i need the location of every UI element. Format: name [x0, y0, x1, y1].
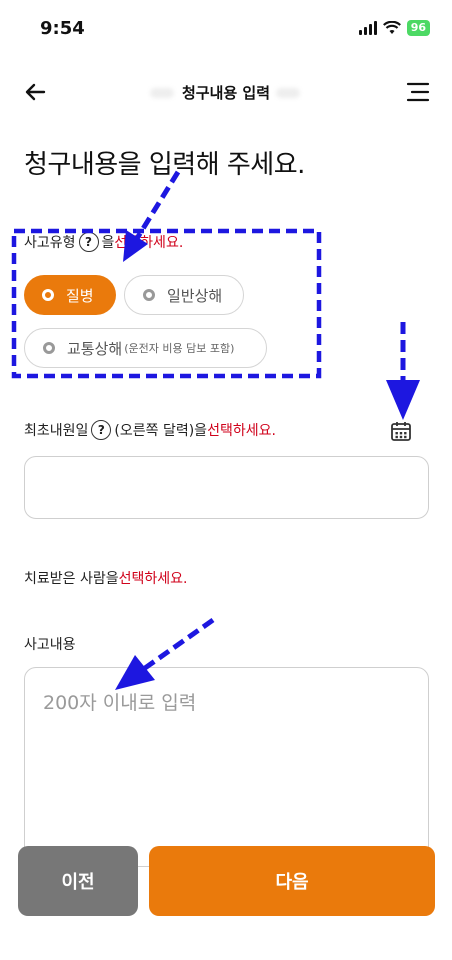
accident-type-label: 사고유형 ? 을 선택하세요.: [24, 232, 183, 252]
option-traffic-injury[interactable]: 교통상해 (운전자 비용 담보 포함): [24, 328, 267, 368]
help-icon[interactable]: ?: [91, 420, 112, 440]
status-bar: 9:54 96: [0, 0, 452, 56]
radio-unselected-icon: [143, 289, 155, 301]
details-label: 사고내용: [24, 634, 76, 654]
annotation-arrow-head: [386, 380, 420, 420]
patient-label-action: 선택하세요.: [118, 571, 188, 587]
patient-label[interactable]: 치료받은 사람을 선택하세요.: [24, 568, 187, 588]
signal-icon: [358, 21, 377, 35]
accident-type-label-prefix: 사고유형: [24, 235, 76, 251]
calendar-icon[interactable]: [390, 420, 412, 442]
accident-type-label-middle: 을: [101, 235, 115, 251]
first-visit-label-prefix: 최초내원일: [24, 423, 89, 439]
radio-selected-icon: [42, 289, 54, 301]
details-placeholder: 200자 이내로 입력: [43, 692, 197, 714]
blurred-region: [276, 88, 300, 98]
page-heading: 청구내용을 입력해 주세요.: [24, 150, 305, 180]
accident-type-label-action: 선택하세요.: [114, 235, 184, 251]
page-title: 청구내용 입력: [181, 84, 271, 102]
annotation-arrow-icon: [133, 170, 181, 242]
first-visit-label-middle: (오른쪽 달력)을: [114, 423, 208, 439]
prev-button[interactable]: 이전: [18, 846, 138, 916]
status-icons: 96: [358, 20, 430, 36]
first-visit-label-action: 선택하세요.: [207, 423, 276, 439]
wifi-icon: [382, 21, 401, 34]
option-label: 교통상해: [67, 339, 123, 358]
next-button[interactable]: 다음: [149, 846, 435, 916]
radio-unselected-icon: [43, 342, 55, 354]
menu-icon[interactable]: [406, 80, 430, 104]
status-time: 9:54: [40, 18, 85, 39]
details-label-text: 사고내용: [24, 637, 76, 653]
nav-bar: 청구내용 입력: [0, 72, 452, 112]
option-general-injury[interactable]: 일반상해: [124, 275, 244, 315]
option-disease[interactable]: 질병: [24, 275, 116, 315]
battery-icon: 96: [406, 20, 430, 36]
first-visit-label: 최초내원일 ? (오른쪽 달력)을 선택하세요.: [24, 420, 276, 440]
option-label: 질병: [66, 286, 94, 305]
accident-details-textarea[interactable]: 200자 이내로 입력: [24, 667, 429, 867]
option-sublabel: (운전자 비용 담보 포함): [124, 342, 235, 355]
help-icon[interactable]: ?: [78, 232, 99, 252]
patient-label-prefix: 치료받은 사람을: [24, 571, 119, 587]
first-visit-date-field[interactable]: [24, 456, 429, 519]
annotation-arrow-icon: [143, 617, 215, 671]
option-label: 일반상해: [167, 286, 223, 305]
